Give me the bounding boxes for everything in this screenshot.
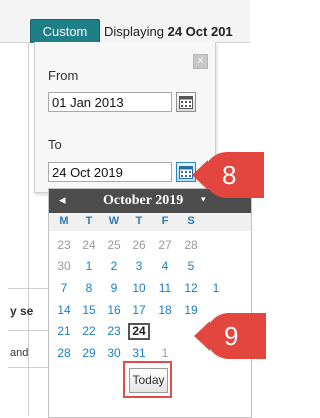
divider xyxy=(8,367,48,368)
custom-date-panel: × From 01 Jan 2013 To 24 Oct 2019 xyxy=(34,42,216,193)
calendar-day[interactable]: 18 xyxy=(154,302,176,319)
truncated-text: and xyxy=(10,347,29,359)
step-9-callout: 9 xyxy=(194,313,266,359)
weekday-header: MTWTFS xyxy=(49,213,251,231)
calendar-day[interactable]: 19 xyxy=(180,302,202,319)
calendar-day[interactable]: 1 xyxy=(205,280,227,297)
calendar-day[interactable]: 29 xyxy=(78,345,100,362)
calendar-day[interactable]: 22 xyxy=(78,323,100,340)
close-icon[interactable]: × xyxy=(193,54,208,69)
weekday-label: M xyxy=(59,215,69,227)
calendar-day[interactable]: 1 xyxy=(78,258,100,275)
displaying-date: 24 Oct 201 xyxy=(167,24,233,39)
calendar-day[interactable]: 17 xyxy=(128,302,150,319)
month-title[interactable]: October 2019 xyxy=(103,193,183,209)
calendar-day[interactable]: 7 xyxy=(53,280,75,297)
tab-custom[interactable]: Custom xyxy=(30,19,100,43)
date-range-toolbar: Custom Displaying 24 Oct 201 xyxy=(0,0,250,43)
weekday-label: W xyxy=(108,215,120,227)
calendar-day[interactable]: 28 xyxy=(180,237,202,254)
calendar-day[interactable]: 15 xyxy=(78,302,100,319)
calendar-icon xyxy=(179,96,193,109)
calendar-day[interactable]: 23 xyxy=(53,237,75,254)
calendar-day[interactable]: 23 xyxy=(103,323,125,340)
calendar-day[interactable]: 21 xyxy=(53,323,75,340)
calendar-day[interactable]: 9 xyxy=(103,280,125,297)
today-button[interactable]: Today xyxy=(129,368,168,393)
from-label: From xyxy=(48,68,79,83)
chevron-down-icon[interactable]: ▾ xyxy=(201,194,206,205)
prev-month-icon[interactable]: ◂ xyxy=(59,192,66,208)
calendar-day[interactable]: 12 xyxy=(180,280,202,297)
date-picker-popup: ◂ October 2019 ▾ MTWTFS 23 24 25 26 27 28 30 1 2… xyxy=(48,188,252,418)
calendar-day[interactable]: 2 xyxy=(103,258,125,275)
weekday-label: T xyxy=(85,215,93,227)
displaying-range-text: Displaying 24 Oct 201 xyxy=(104,24,233,39)
today-highlight: Today xyxy=(123,361,172,398)
from-date-field[interactable]: 01 Jan 2013 xyxy=(48,92,172,112)
calendar-day[interactable]: 8 xyxy=(78,280,100,297)
weekday-label: S xyxy=(187,215,195,227)
calendar-day[interactable]: 30 xyxy=(103,345,125,362)
calendar-day[interactable]: 31 xyxy=(128,345,150,362)
calendar-day[interactable]: 24 xyxy=(78,237,100,254)
selected-day[interactable]: 24 xyxy=(128,323,150,340)
truncated-heading: y se xyxy=(10,304,34,318)
calendar-day[interactable]: 1 xyxy=(154,345,176,362)
calendar-day[interactable]: 10 xyxy=(128,280,150,297)
to-label: To xyxy=(48,137,62,152)
calendar-day[interactable]: 11 xyxy=(154,280,176,297)
to-date-field[interactable]: 24 Oct 2019 xyxy=(48,162,172,182)
calendar-day[interactable]: 5 xyxy=(180,258,202,275)
calendar-day[interactable]: 4 xyxy=(154,258,176,275)
displaying-prefix: Displaying xyxy=(104,24,164,39)
calendar-day[interactable]: 3 xyxy=(128,258,150,275)
calendar-day[interactable]: 26 xyxy=(128,237,150,254)
calendar-day[interactable]: 16 xyxy=(103,302,125,319)
step-8-callout: 8 xyxy=(192,152,264,198)
weekday-label: T xyxy=(135,215,143,227)
calendar-day[interactable]: 28 xyxy=(53,345,75,362)
divider xyxy=(8,288,48,289)
calendar-day[interactable]: 14 xyxy=(53,302,75,319)
divider xyxy=(8,330,48,331)
weekday-label: F xyxy=(161,215,169,227)
page-background-column: y se and xyxy=(8,42,48,416)
calendar-day[interactable]: 25 xyxy=(103,237,125,254)
calendar-day[interactable]: 30 xyxy=(53,258,75,275)
from-calendar-button[interactable] xyxy=(176,92,196,112)
calendar-day[interactable]: 27 xyxy=(154,237,176,254)
calendar-icon xyxy=(179,166,193,179)
